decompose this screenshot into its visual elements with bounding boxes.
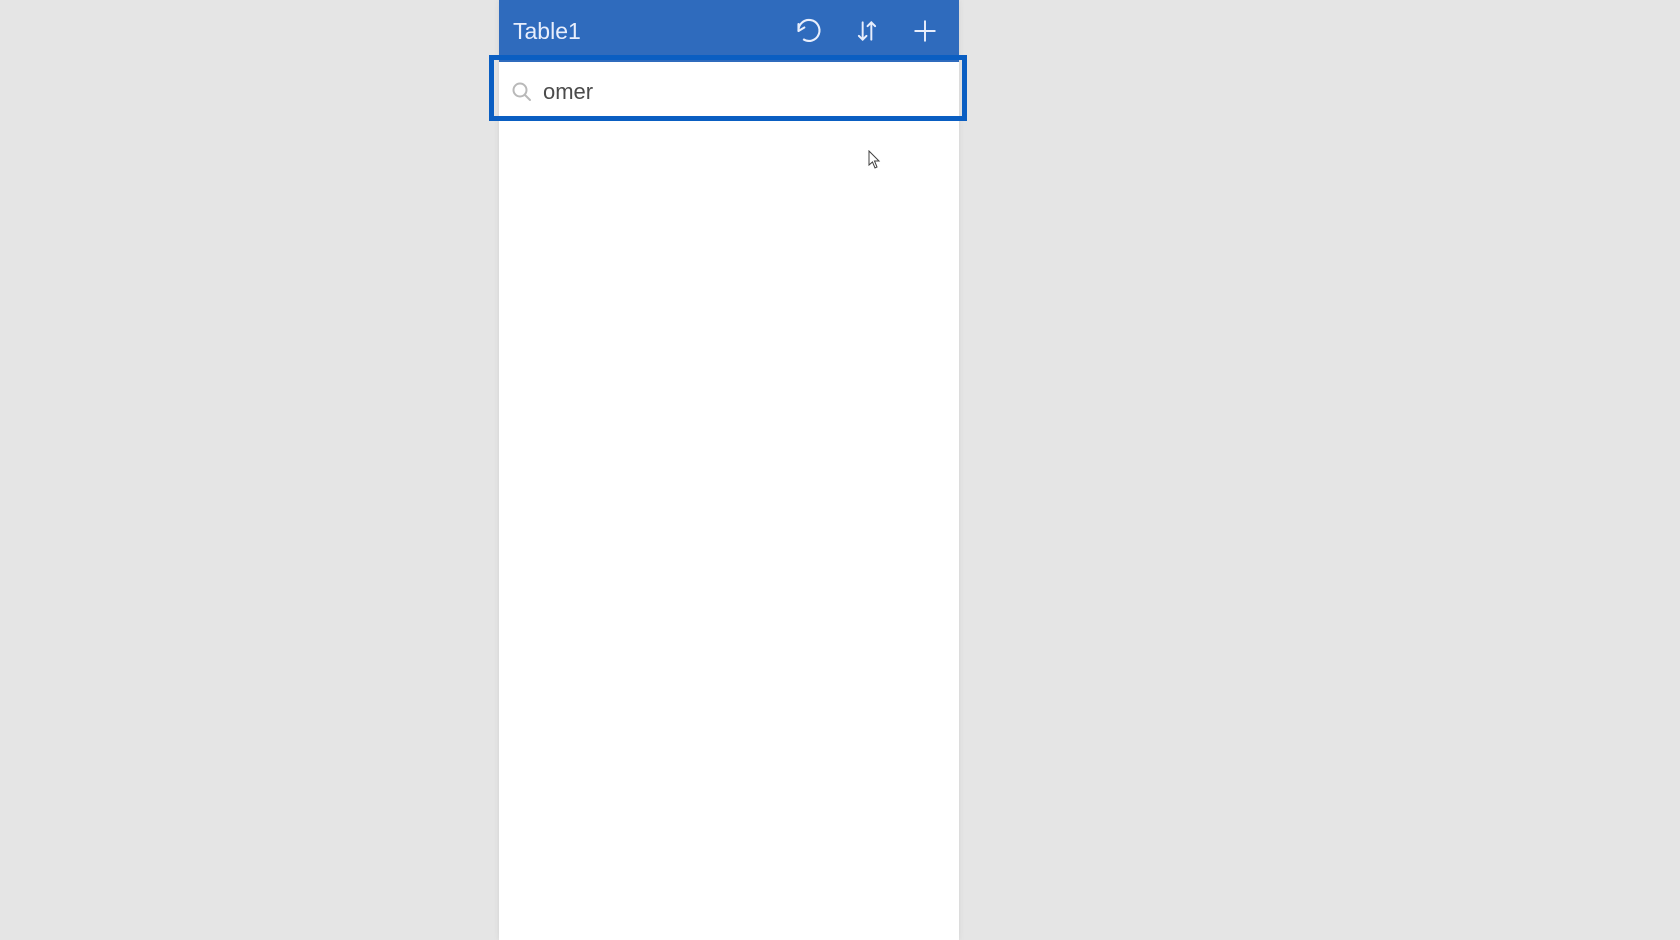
- header-title: Table1: [513, 18, 793, 45]
- search-row: [499, 62, 959, 121]
- sort-icon: [854, 16, 880, 46]
- refresh-button[interactable]: [793, 15, 825, 47]
- add-button[interactable]: [909, 15, 941, 47]
- search-input[interactable]: [543, 79, 951, 105]
- refresh-icon: [795, 17, 823, 45]
- app-panel: Table1: [499, 0, 959, 940]
- sort-button[interactable]: [851, 15, 883, 47]
- header-bar: Table1: [499, 0, 959, 62]
- plus-icon: [912, 18, 938, 44]
- content-area: [499, 121, 959, 940]
- search-icon: [509, 79, 535, 105]
- header-icons: [793, 15, 945, 47]
